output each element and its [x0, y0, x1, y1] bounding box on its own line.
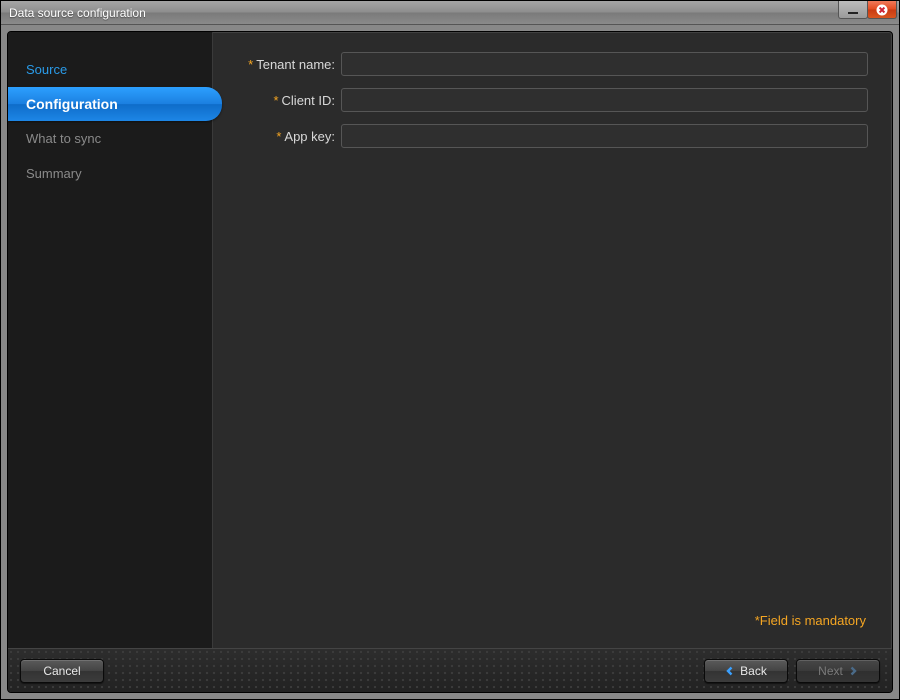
next-button[interactable]: Next: [796, 659, 880, 683]
sidebar-item-source[interactable]: Source: [8, 52, 212, 87]
sidebar-item-configuration[interactable]: Configuration: [8, 87, 222, 121]
form-panel: *Tenant name: *Client ID: *App key:: [213, 32, 892, 648]
sidebar-item-label: Summary: [26, 166, 82, 181]
sidebar-item-summary[interactable]: Summary: [8, 156, 212, 191]
cancel-button[interactable]: Cancel: [20, 659, 104, 683]
field-row-tenant-name: *Tenant name:: [229, 52, 868, 76]
minimize-icon: [848, 12, 858, 14]
sidebar-item-label: Configuration: [26, 96, 118, 112]
titlebar: Data source configuration: [1, 1, 899, 25]
close-icon: [876, 4, 888, 16]
tenant-name-input[interactable]: [341, 52, 868, 76]
required-marker: *: [276, 129, 281, 144]
app-key-label: *App key:: [229, 129, 341, 144]
window-controls: [839, 1, 897, 19]
required-marker: *: [248, 57, 253, 72]
client-id-input[interactable]: [341, 88, 868, 112]
app-window: Data source configuration Source Configu…: [0, 0, 900, 700]
mandatory-note: *Field is mandatory: [229, 607, 868, 636]
app-key-input[interactable]: [341, 124, 868, 148]
wizard-sidebar: Source Configuration What to sync Summar…: [8, 32, 213, 648]
minimize-button[interactable]: [838, 1, 868, 19]
window-title: Data source configuration: [1, 6, 146, 20]
back-button[interactable]: Back: [704, 659, 788, 683]
tenant-name-label: *Tenant name:: [229, 57, 341, 72]
sidebar-item-label: What to sync: [26, 131, 101, 146]
client-id-label: *Client ID:: [229, 93, 341, 108]
field-row-client-id: *Client ID:: [229, 88, 868, 112]
close-button[interactable]: [867, 1, 897, 19]
sidebar-item-label: Source: [26, 62, 67, 77]
wizard-footer: Cancel Back Next: [8, 648, 892, 692]
chevron-left-icon: [725, 666, 735, 676]
required-marker: *: [273, 93, 278, 108]
dialog-body: Source Configuration What to sync Summar…: [7, 31, 893, 693]
field-row-app-key: *App key:: [229, 124, 868, 148]
chevron-right-icon: [848, 666, 858, 676]
sidebar-item-what-to-sync[interactable]: What to sync: [8, 121, 212, 156]
